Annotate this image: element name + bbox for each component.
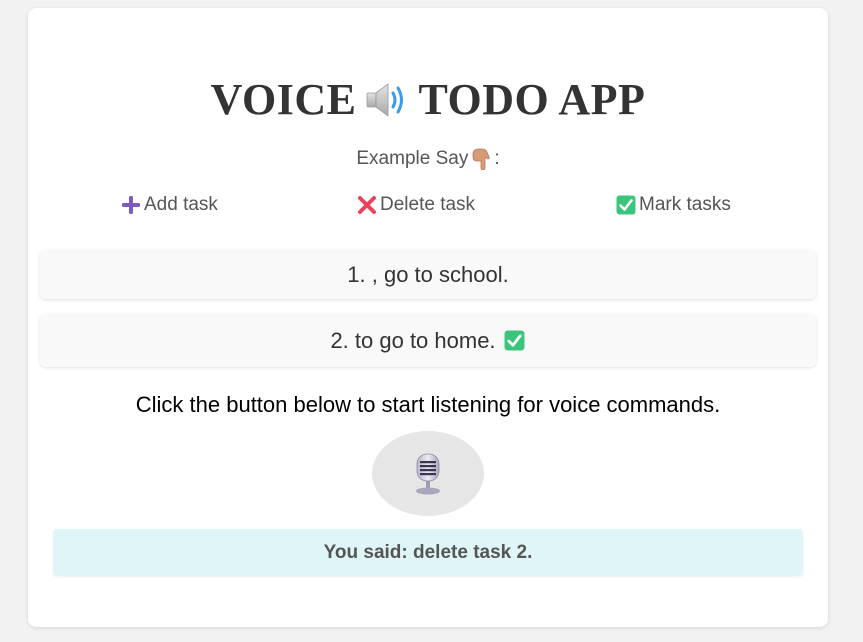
check-mark-icon [504,330,526,352]
command-add-task: Add task [120,194,218,216]
check-mark-icon [615,195,636,216]
title-todo-app: TODO APP [418,75,646,124]
start-listening-button[interactable] [372,431,484,516]
transcript-box: You said: delete task 2. [53,529,803,576]
example-suffix: : [494,148,500,169]
command-delete-task: Delete task [356,194,475,216]
example-heading: Example Say : [28,148,828,170]
app-card: VOICE TODO APP Example Say: Add task De… [28,8,828,627]
command-mark-tasks: Mark tasks [615,194,731,216]
command-add-task-label: Add task [144,194,218,215]
cross-mark-icon [356,195,377,216]
speaker-icon [364,80,410,120]
command-examples: Add task Delete task Mark tasks [28,194,828,220]
transcript-text: You said: delete task 2. [323,541,533,563]
task-text: 2. to go to home. [330,327,496,353]
microphone-icon [413,453,443,495]
example-label: Example Say [356,148,469,169]
task-text: 1. , go to school. [347,261,509,287]
command-mark-tasks-label: Mark tasks [639,194,731,215]
command-delete-task-label: Delete task [380,194,476,215]
task-item[interactable]: 2. to go to home. [40,314,816,367]
instructions-text: Click the button below to start listenin… [135,392,721,417]
title-voice: VOICE [210,75,357,124]
plus-icon [120,195,141,216]
page-title: VOICE TODO APP [28,74,828,125]
pointing-down-hand-icon [470,148,492,170]
task-item[interactable]: 1. , go to school. [40,250,816,299]
